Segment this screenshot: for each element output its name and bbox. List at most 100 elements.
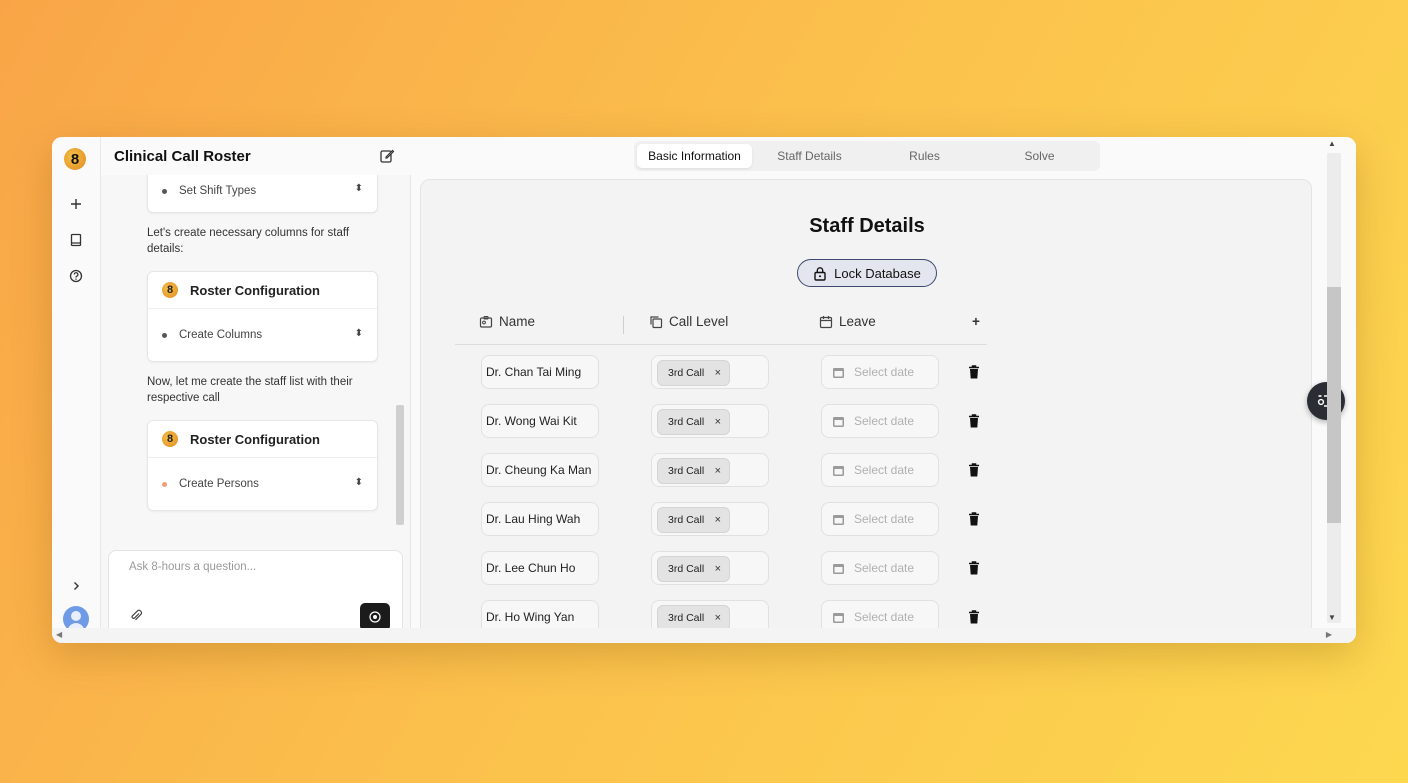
calendar-icon: [833, 514, 844, 525]
delete-row-icon[interactable]: [967, 560, 981, 576]
call-level-field[interactable]: 3rd Call ×: [651, 551, 769, 585]
call-level-chip[interactable]: 3rd Call ×: [657, 507, 730, 533]
call-level-chip[interactable]: 3rd Call ×: [657, 458, 730, 484]
leave-date-picker[interactable]: Select date: [821, 404, 939, 438]
chat-input-placeholder[interactable]: Ask 8-hours a question...: [129, 561, 256, 573]
send-button[interactable]: [360, 603, 390, 631]
leave-date-picker[interactable]: Select date: [821, 502, 939, 536]
chat-scrollbar[interactable]: [395, 181, 405, 541]
app-title: Clinical Call Roster: [114, 147, 251, 165]
config-card-persons[interactable]: 8 Roster Configuration Create Persons ⬍: [147, 420, 378, 511]
attach-icon[interactable]: [129, 609, 145, 625]
card-item[interactable]: Set Shift Types ⬍: [148, 175, 377, 212]
column-header-leave[interactable]: Leave: [819, 314, 876, 329]
app-logo-icon[interactable]: 8: [64, 148, 86, 170]
edit-icon[interactable]: [379, 148, 395, 164]
help-icon[interactable]: [66, 266, 86, 286]
id-badge-icon: [479, 315, 493, 328]
card-item[interactable]: Create Persons ⬍: [148, 458, 377, 510]
card-header: 8 Roster Configuration: [148, 272, 377, 309]
chat-input-box[interactable]: Ask 8-hours a question...: [108, 550, 403, 636]
staff-name-field[interactable]: Dr. Lau Hing Wah: [481, 502, 599, 536]
tab-solve[interactable]: Solve: [982, 144, 1097, 168]
calendar-icon: [833, 563, 844, 574]
status-dot: [162, 332, 167, 338]
chat-header: Clinical Call Roster: [101, 137, 411, 175]
call-level-field[interactable]: 3rd Call ×: [651, 404, 769, 438]
call-level-chip[interactable]: 3rd Call ×: [657, 409, 730, 435]
tab-rules[interactable]: Rules: [867, 144, 982, 168]
scroll-down-icon[interactable]: ▼: [1328, 613, 1336, 622]
calendar-icon: [833, 416, 844, 427]
card-header: 8 Roster Configuration: [148, 421, 377, 458]
horizontal-scrollbar[interactable]: ◀ ▶: [52, 628, 1356, 643]
assistant-message: Now, let me create the staff list with t…: [147, 376, 353, 404]
scroll-left-icon[interactable]: ◀: [56, 630, 62, 639]
chat-panel: Clinical Call Roster Set Shift Types ⬍ L…: [101, 137, 411, 643]
scrollbar-thumb[interactable]: [396, 405, 404, 525]
scroll-up-icon[interactable]: ▲: [1328, 139, 1336, 148]
header-divider: [455, 344, 987, 345]
call-level-chip[interactable]: 3rd Call ×: [657, 360, 730, 386]
app-logo-icon: 8: [162, 282, 178, 298]
tab-basic-information[interactable]: Basic Information: [637, 144, 752, 168]
assistant-message: Let's create necessary columns for staff…: [147, 227, 350, 255]
remove-chip-icon[interactable]: ×: [715, 465, 721, 477]
expand-toggle-icon[interactable]: ⬍: [355, 183, 363, 194]
delete-row-icon[interactable]: [967, 462, 981, 478]
table-row: Dr. Chan Tai Ming 3rd Call × Select date: [421, 355, 1021, 391]
status-dot: [162, 188, 167, 194]
main-scrollbar[interactable]: ▲ ▼: [1323, 137, 1341, 643]
remove-chip-icon[interactable]: ×: [715, 416, 721, 428]
leave-date-picker[interactable]: Select date: [821, 551, 939, 585]
calendar-icon: [833, 612, 844, 623]
table-row: Dr. Wong Wai Kit 3rd Call × Select date: [421, 404, 1021, 440]
expand-toggle-icon[interactable]: ⬍: [355, 328, 363, 339]
leave-date-picker[interactable]: Select date: [821, 453, 939, 487]
call-level-field[interactable]: 3rd Call ×: [651, 502, 769, 536]
call-level-field[interactable]: 3rd Call ×: [651, 355, 769, 389]
staff-name-field[interactable]: Dr. Chan Tai Ming: [481, 355, 599, 389]
column-header-call-level[interactable]: Call Level: [649, 314, 728, 329]
delete-row-icon[interactable]: [967, 511, 981, 527]
remove-chip-icon[interactable]: ×: [715, 514, 721, 526]
scrollbar-thumb[interactable]: [1327, 287, 1341, 523]
copy-icon: [650, 315, 663, 328]
table-row: Dr. Lee Chun Ho 3rd Call × Select date: [421, 551, 1021, 587]
remove-chip-icon[interactable]: ×: [715, 563, 721, 575]
calendar-icon: [833, 465, 844, 476]
remove-chip-icon[interactable]: ×: [715, 367, 721, 379]
remove-chip-icon[interactable]: ×: [715, 612, 721, 624]
app-window: 8 Clinical Call Roster Set Shift Types ⬍…: [52, 137, 1356, 643]
table-header: Name Call Level Leave +: [421, 314, 1021, 334]
staff-details-panel: Staff Details Lock Database Name Call Le…: [420, 179, 1312, 643]
calendar-icon: [819, 315, 833, 328]
tab-staff-details[interactable]: Staff Details: [752, 144, 867, 168]
chat-messages: Set Shift Types ⬍ Let's create necessary…: [101, 175, 401, 545]
column-divider[interactable]: [623, 316, 624, 334]
book-icon[interactable]: [66, 230, 86, 250]
card-item[interactable]: Create Columns ⬍: [148, 309, 377, 361]
config-card-shift-types[interactable]: Set Shift Types ⬍: [147, 175, 378, 213]
icon-rail: 8: [52, 137, 101, 643]
plus-icon[interactable]: [66, 194, 86, 214]
call-level-chip[interactable]: 3rd Call ×: [657, 556, 730, 582]
chevron-right-icon[interactable]: [66, 576, 86, 596]
calendar-icon: [833, 367, 844, 378]
call-level-field[interactable]: 3rd Call ×: [651, 453, 769, 487]
delete-row-icon[interactable]: [967, 609, 981, 625]
config-card-columns[interactable]: 8 Roster Configuration Create Columns ⬍: [147, 271, 378, 362]
add-column-button[interactable]: +: [972, 314, 980, 329]
tab-bar: Basic Information Staff Details Rules So…: [634, 141, 1100, 171]
lock-icon: [814, 266, 826, 281]
expand-toggle-icon[interactable]: ⬍: [355, 477, 363, 488]
scroll-right-icon[interactable]: ▶: [1326, 630, 1332, 639]
staff-name-field[interactable]: Dr. Lee Chun Ho: [481, 551, 599, 585]
delete-row-icon[interactable]: [967, 413, 981, 429]
delete-row-icon[interactable]: [967, 364, 981, 380]
lock-database-button[interactable]: Lock Database: [797, 259, 937, 287]
column-header-name[interactable]: Name: [479, 314, 535, 329]
leave-date-picker[interactable]: Select date: [821, 355, 939, 389]
staff-name-field[interactable]: Dr. Cheung Ka Man: [481, 453, 599, 487]
staff-name-field[interactable]: Dr. Wong Wai Kit: [481, 404, 599, 438]
